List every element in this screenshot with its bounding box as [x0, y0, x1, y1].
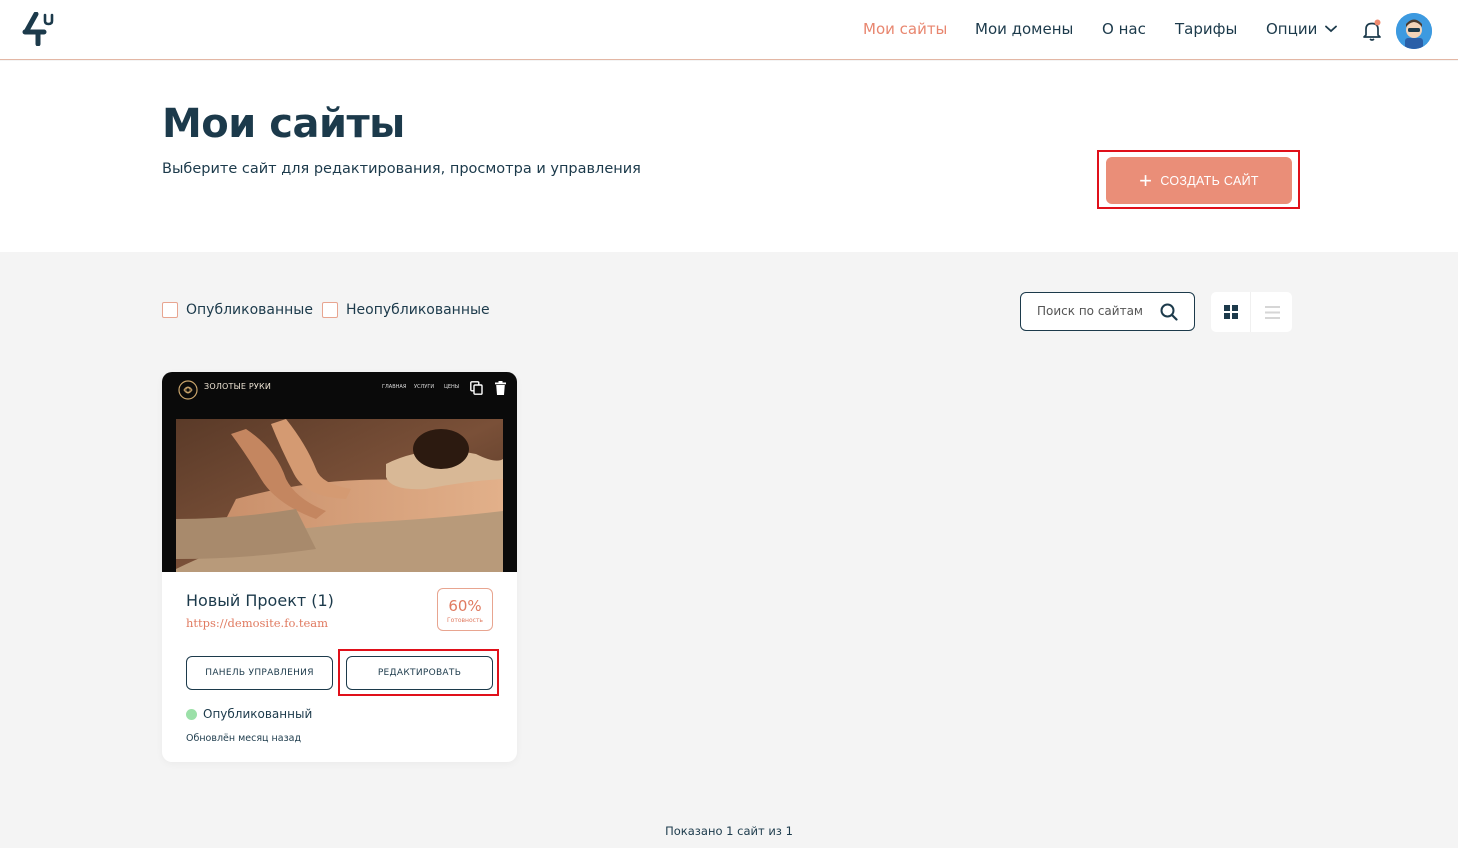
plus-icon: + — [1139, 167, 1153, 193]
bell-icon[interactable] — [1362, 19, 1382, 41]
readiness-badge: 60% Готовность — [437, 588, 493, 631]
site-card: ЗОЛОТЫЕ РУКИ ГЛАВНАЯ УСЛУГИ ЦЕНЫ Новый П… — [162, 372, 517, 762]
preview-menu-services: УСЛУГИ — [414, 384, 435, 390]
nav-options-label: Опции — [1266, 20, 1318, 38]
preview-brand: ЗОЛОТЫЕ РУКИ — [204, 382, 272, 391]
nav-my-domains[interactable]: Мои домены — [975, 20, 1073, 38]
notification-badge — [1374, 19, 1381, 26]
copy-icon[interactable] — [470, 381, 483, 395]
page-subtitle: Выберите сайт для редактирования, просмо… — [162, 161, 641, 177]
published-checkbox[interactable] — [162, 302, 178, 318]
site-url-link[interactable]: https://demosite.fo.team — [186, 616, 328, 630]
filter-unpublished-label: Неопубликованные — [346, 302, 490, 318]
filter-published-label: Опубликованные — [186, 302, 313, 318]
search-box — [1020, 292, 1195, 331]
readiness-value: 60% — [448, 597, 482, 615]
updated-time: Обновлён месяц назад — [186, 733, 302, 744]
grid-view-button[interactable] — [1211, 292, 1251, 332]
nav-about[interactable]: О нас — [1102, 20, 1146, 38]
rose-logo-icon — [178, 380, 198, 400]
status-label: Опубликованный — [203, 707, 313, 721]
site-name: Новый Проект (1) — [186, 591, 334, 610]
create-site-button[interactable]: + СОЗДАТЬ САЙТ — [1106, 157, 1292, 204]
filter-unpublished[interactable]: Неопубликованные — [322, 302, 490, 318]
chevron-down-icon — [1325, 25, 1338, 33]
search-input[interactable] — [1037, 304, 1157, 318]
list-view-button[interactable] — [1252, 292, 1292, 332]
trash-icon[interactable] — [495, 381, 506, 395]
search-icon[interactable] — [1160, 303, 1178, 321]
unpublished-checkbox[interactable] — [322, 302, 338, 318]
status-dot — [186, 708, 197, 720]
status-badge: Опубликованный — [186, 707, 312, 721]
site-preview[interactable]: ЗОЛОТЫЕ РУКИ ГЛАВНАЯ УСЛУГИ ЦЕНЫ — [162, 372, 517, 572]
sites-count: Показано 1 сайт из 1 — [665, 824, 793, 838]
top-navbar: Мои сайты Мои домены О нас Тарифы Опции — [0, 0, 1458, 60]
preview-menu-prices: ЦЕНЫ — [444, 384, 460, 390]
avatar[interactable] — [1396, 13, 1432, 49]
edit-button[interactable]: РЕДАКТИРОВАТЬ — [346, 656, 493, 690]
page-header: Мои сайты Выберите сайт для редактирован… — [0, 61, 1458, 252]
user-avatar-icon — [1396, 13, 1432, 49]
nav-pricing[interactable]: Тарифы — [1175, 20, 1237, 38]
list-icon — [1264, 305, 1280, 319]
dashboard-button[interactable]: ПАНЕЛЬ УПРАВЛЕНИЯ — [186, 656, 333, 690]
massage-photo — [176, 419, 503, 572]
page-title: Мои сайты — [162, 101, 405, 147]
site-logo[interactable] — [22, 12, 58, 46]
filter-published[interactable]: Опубликованные — [162, 302, 313, 318]
readiness-label: Готовность — [447, 617, 483, 624]
nav-my-sites[interactable]: Мои сайты — [863, 20, 947, 38]
preview-menu-home: ГЛАВНАЯ — [382, 384, 407, 390]
create-site-label: СОЗДАТЬ САЙТ — [1160, 173, 1259, 188]
nav-options[interactable]: Опции — [1266, 20, 1338, 38]
view-toggle — [1211, 292, 1292, 332]
grid-icon — [1223, 305, 1238, 319]
